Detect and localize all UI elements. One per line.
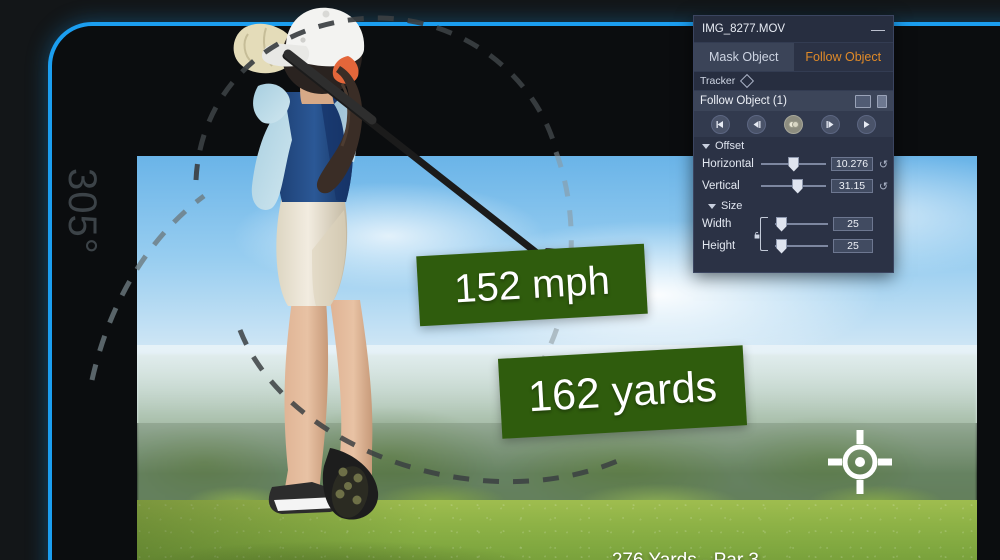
distance-banner-text: 162 yards [526,362,719,421]
crosshair-target-icon[interactable] [827,429,893,495]
swing-angle-label: 305° [60,168,104,255]
section-offset-header[interactable]: Offset [694,137,893,153]
control-vertical-label: Vertical [702,180,740,192]
chevron-down-icon[interactable] [702,143,710,149]
tracker-label: Tracker [700,75,736,87]
height-slider[interactable] [775,238,828,254]
follow-object-item-row[interactable]: Follow Object (1) [694,91,893,111]
analyze-motion-icon[interactable] [783,114,803,134]
section-size-label: Size [721,200,743,212]
slider-knob[interactable] [792,178,804,194]
hole-info-label: 276 Yards - Par 3 [612,550,759,560]
transport-controls [694,111,893,137]
section-size-header[interactable]: Size [694,197,893,213]
control-horizontal-label: Horizontal [702,158,754,170]
control-horizontal[interactable]: Horizontal 10.276 ↺ [694,153,893,175]
play-icon[interactable] [857,114,877,134]
panel-file-name: IMG_8277.MOV [702,23,786,35]
panel-title-bar: IMG_8277.MOV — [694,16,893,43]
screenshot-stage: 276 Yards - Par 3 [0,0,1000,560]
chevron-down-icon[interactable] [708,203,716,209]
control-vertical[interactable]: Vertical 31.15 ↺ [694,175,893,197]
reset-horizontal-icon[interactable]: ↺ [878,159,889,171]
height-spacer [878,241,889,252]
width-value-field[interactable]: 25 [833,217,873,231]
link-dimensions-bracket [760,217,768,251]
vertical-value-field[interactable]: 31.15 [831,179,873,193]
control-height-label: Height [702,240,736,252]
speed-banner: 152 mph [416,243,648,327]
tab-follow-object[interactable]: Follow Object [794,43,894,71]
tab-mask-object[interactable]: Mask Object [694,43,794,71]
vertical-slider[interactable] [761,178,826,194]
reset-vertical-icon[interactable]: ↺ [878,181,889,193]
image-icon[interactable] [855,94,871,108]
slider-knob[interactable] [776,216,788,232]
width-spacer [878,219,889,230]
follow-object-item-label: Follow Object (1) [700,95,787,107]
grass-texture [137,500,977,560]
panel-tabs: Mask Object Follow Object [694,43,893,71]
follow-object-panel[interactable]: IMG_8277.MOV — Mask Object Follow Object… [693,15,894,273]
control-width-label: Width [702,218,732,230]
slider-knob[interactable] [776,238,788,254]
object-row-icons [855,94,887,108]
step-forward-icon[interactable] [820,114,840,134]
horizontal-value-field[interactable]: 10.276 [831,157,873,171]
control-width[interactable]: Width 25 [694,213,893,235]
slider-knob[interactable] [788,156,800,172]
control-height[interactable]: Height 25 [694,235,893,257]
speed-banner-text: 152 mph [453,258,611,311]
minimize-icon[interactable]: — [871,22,885,36]
rewind-to-start-icon[interactable] [710,114,730,134]
diamond-keyframe-icon[interactable] [740,73,755,89]
tab-follow-object-label: Follow Object [805,50,882,64]
unlocked-lock-icon[interactable] [753,231,761,239]
height-value-field[interactable]: 25 [833,239,873,253]
tracker-row[interactable]: Tracker [694,71,893,91]
horizontal-slider[interactable] [761,156,826,172]
trash-icon[interactable] [877,94,887,108]
step-back-icon[interactable] [747,114,767,134]
width-slider[interactable] [775,216,828,232]
tab-mask-object-label: Mask Object [709,50,779,64]
section-offset-label: Offset [715,140,745,152]
fairway-grass [137,500,977,560]
distance-banner: 162 yards [497,345,748,439]
